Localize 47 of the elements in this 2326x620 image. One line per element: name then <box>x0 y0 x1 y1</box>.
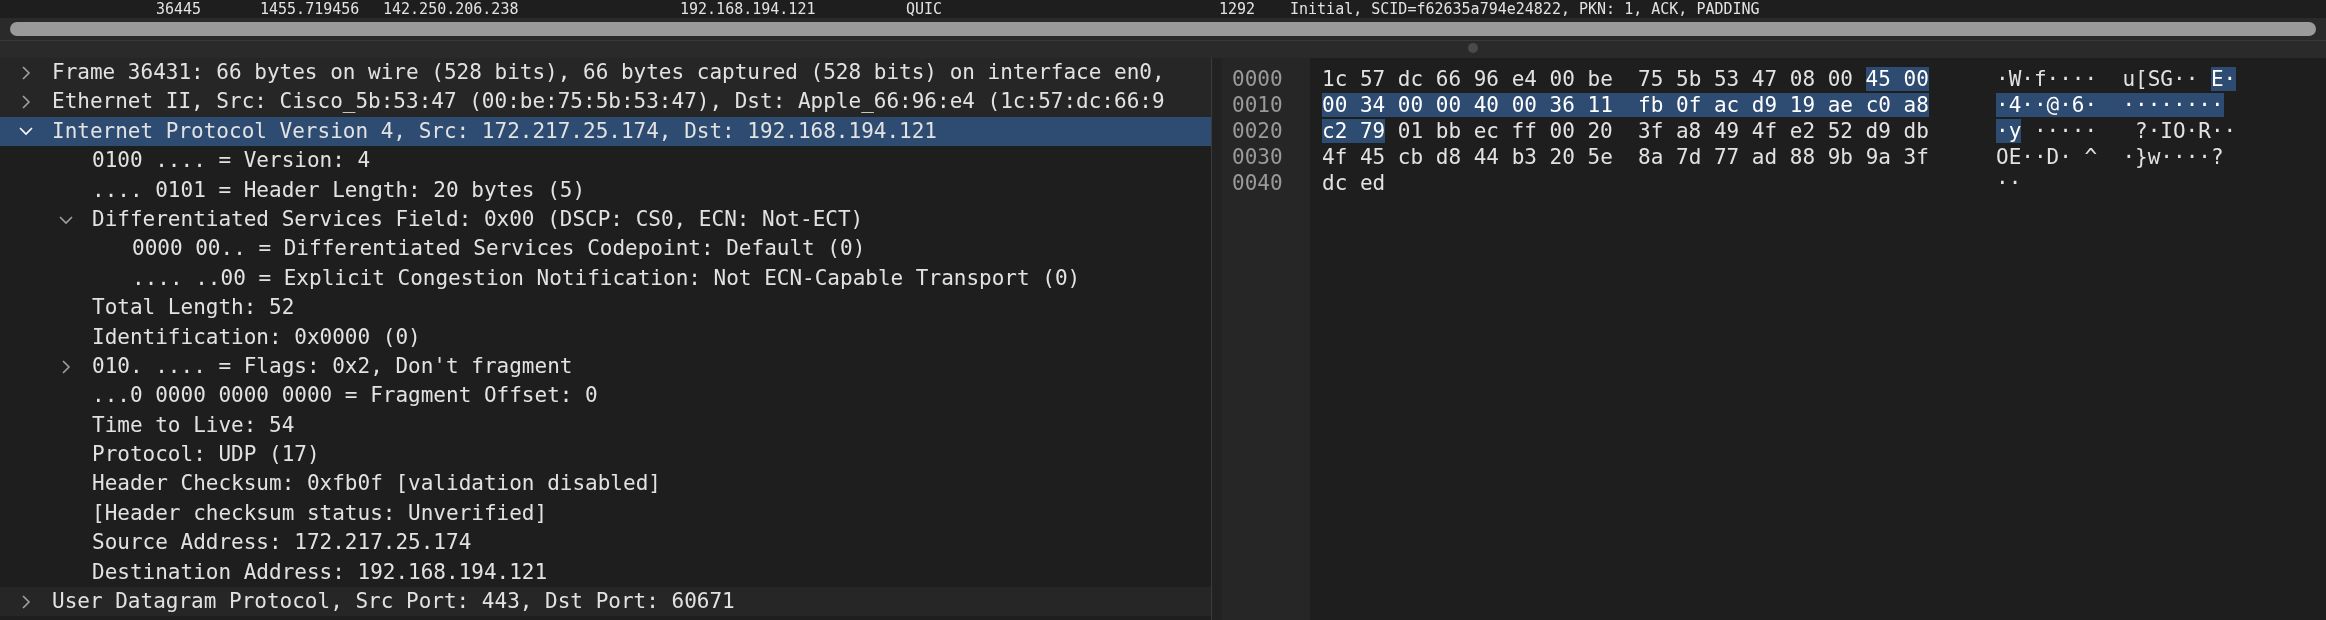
tree-item[interactable]: Destination Address: 192.168.194.121 <box>92 557 548 588</box>
tree-item[interactable]: ...0 0000 0000 0000 = Fragment Offset: 0 <box>92 381 598 411</box>
packet-destination: 192.168.194.121 <box>680 0 816 18</box>
packet-info: Initial, SCID=f62635a794e24822, PKN: 1, ACK, PADDING <box>1290 0 1760 18</box>
packet-length: 1292 <box>1219 0 1256 18</box>
ascii-text: E· <box>2210 67 2237 91</box>
ascii-text: ·4··@·6· ········ <box>1996 93 2224 117</box>
tree-item[interactable]: [Header checksum status: Unverified] <box>92 498 548 529</box>
hex-bytes: c2 79 <box>1322 119 1386 143</box>
expand-chevron-icon[interactable] <box>19 65 33 80</box>
tree-item[interactable]: .... ..00 = Explicit Congestion Notification: Not ECN-Capable Transport (0) <box>132 263 1081 294</box>
tree-item[interactable]: Identification: 0x0000 (0) <box>92 322 421 352</box>
tree-item[interactable]: 0100 .... = Version: 4 <box>92 146 371 176</box>
tree-item[interactable]: Protocol: UDP (17) <box>92 440 320 470</box>
tree-item[interactable]: 010. .... = Flags: 0x2, Don't fragment <box>92 351 573 382</box>
hex-bytes: 4f 45 cb d8 44 b3 20 5e 8a 7d 77 ad 88 9b 9a 3f <box>1322 145 1929 169</box>
expand-chevron-icon[interactable] <box>59 359 73 374</box>
tree-item[interactable]: 0000 00.. = Differentiated Services Codepoint: Default (0) <box>132 234 866 264</box>
byte-offset: 0010 <box>1232 93 1283 117</box>
expand-chevron-icon[interactable] <box>19 95 33 110</box>
tree-item[interactable]: Total Length: 52 <box>92 293 295 323</box>
horizontal-scrollbar[interactable] <box>10 22 2316 36</box>
hex-bytes: 45 00 <box>1865 67 1929 91</box>
tree-item[interactable]: Header Checksum: 0xfb0f [validation disabled] <box>92 469 661 499</box>
byte-offset: 0000 <box>1232 67 1283 91</box>
packet-time: 1455.719456 <box>260 0 360 18</box>
hex-bytes: 00 34 00 00 40 00 36 11 fb 0f ac d9 19 ae c0 a8 <box>1322 93 1929 117</box>
splitter-handle[interactable] <box>1468 43 1478 53</box>
expand-chevron-icon[interactable] <box>19 594 33 609</box>
packet-protocol: QUIC <box>906 0 943 18</box>
hex-bytes: 01 bb ec ff 00 20 3f a8 49 4f e2 52 d9 db <box>1397 119 1929 143</box>
ascii-text: ·· <box>1996 171 2022 195</box>
ascii-text: ····· ?·IO·R·· <box>2033 119 2237 143</box>
ascii-text: OE··D· ^ ·}w····? <box>1996 145 2224 169</box>
byte-offset: 0040 <box>1232 171 1283 195</box>
byte-offset: 0030 <box>1232 145 1283 169</box>
tree-item[interactable]: Time to Live: 54 <box>92 410 295 441</box>
ascii-text: ·W·f···· u[SG·· <box>1996 67 2199 91</box>
tree-item[interactable]: Differentiated Services Field: 0x00 (DSCP: CS0, ECN: Not-ECT) <box>92 204 864 235</box>
tree-item[interactable]: .... 0101 = Header Length: 20 bytes (5) <box>92 175 586 205</box>
byte-offset: 0020 <box>1232 119 1283 143</box>
hex-bytes: 1c 57 dc 66 96 e4 00 be 75 5b 53 47 08 00 <box>1322 67 1853 91</box>
packet-number: 36445 <box>156 0 202 18</box>
ascii-text: ·y <box>1996 119 2022 143</box>
packet-source: 142.250.206.238 <box>383 0 519 18</box>
tree-item[interactable]: Source Address: 172.217.25.174 <box>92 528 472 558</box>
hex-bytes: dc ed <box>1322 171 1386 195</box>
